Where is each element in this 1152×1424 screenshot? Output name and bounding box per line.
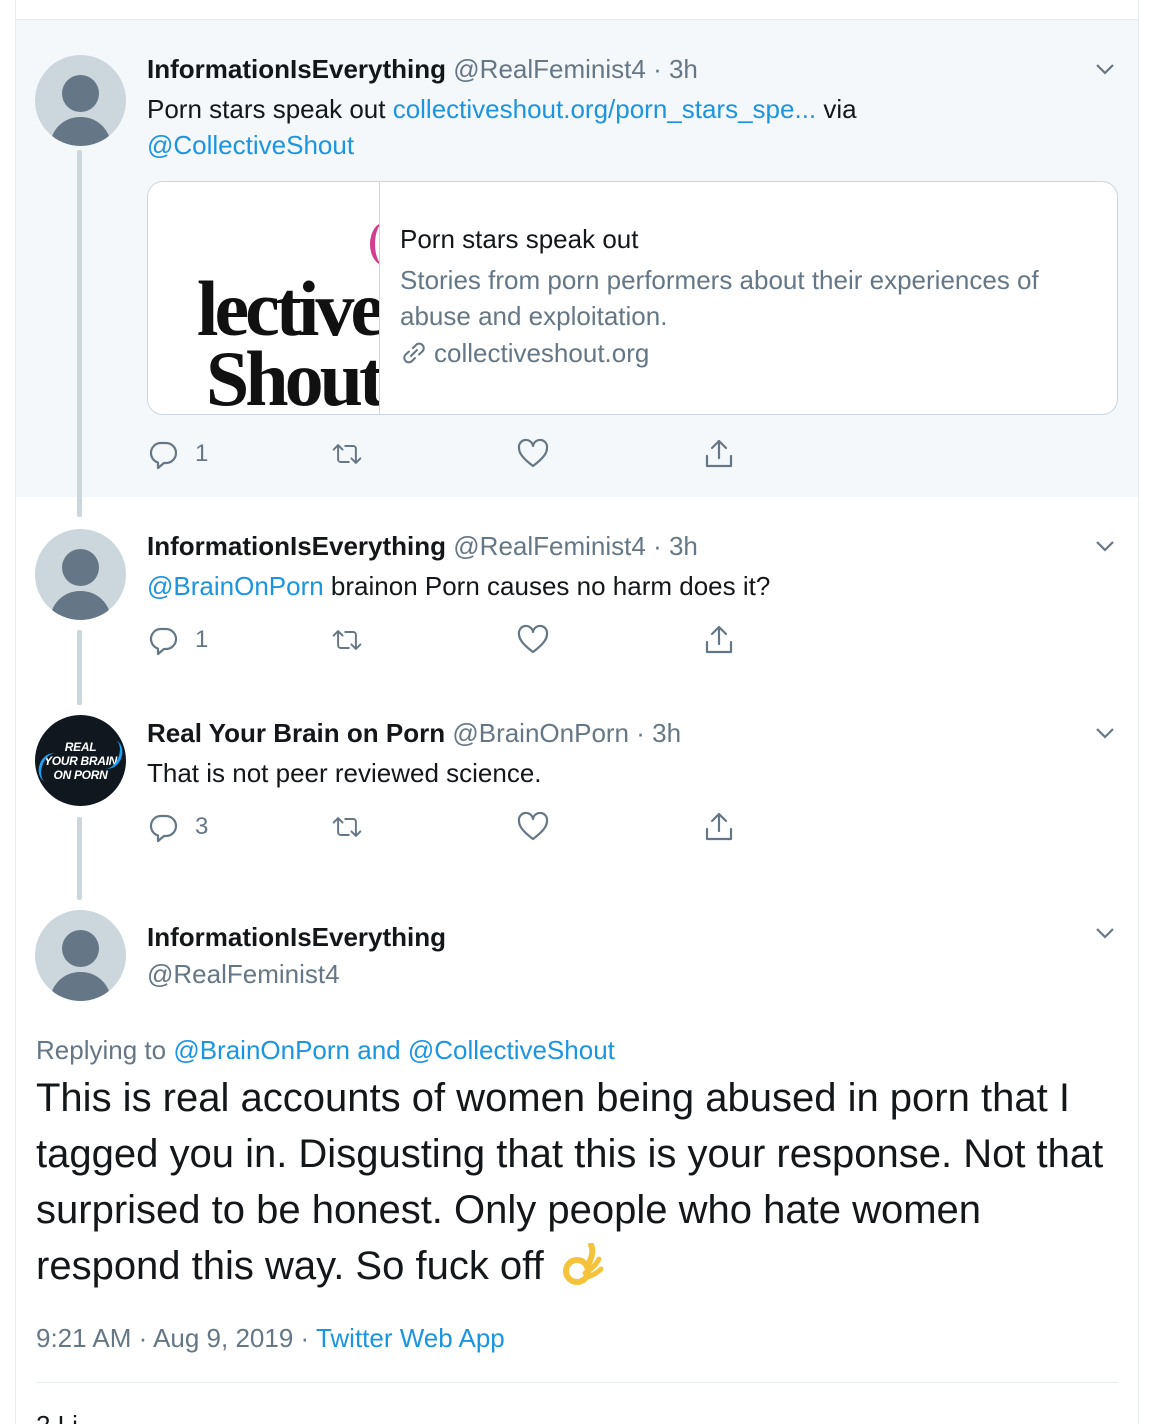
card-domain: collectiveshout.org [400, 336, 1100, 370]
reply-count: 3 [195, 813, 209, 840]
tweet-time[interactable]: · 3h [653, 531, 698, 561]
tweet-header: Real Your Brain on Porn @BrainOnPorn · 3… [147, 717, 681, 749]
tweet-text: @BrainOnPorn brainon Porn causes no harm… [147, 571, 771, 601]
handle[interactable]: @RealFeminist4 [453, 54, 646, 84]
retweet-icon [332, 444, 362, 464]
tweet-link[interactable]: collectiveshout.org/porn_stars_spe... [393, 94, 816, 124]
reply-button[interactable]: 1 [147, 623, 208, 657]
reply-icon [149, 627, 178, 656]
tweet-time[interactable]: · 3h [636, 718, 681, 748]
card-description: Stories from porn performers about their… [400, 265, 1039, 331]
replying-mentions[interactable]: @BrainOnPorn and @CollectiveShout [173, 1035, 615, 1065]
chevron-down-icon[interactable] [1094, 535, 1116, 557]
share-icon [705, 625, 733, 654]
reply-count: 1 [195, 626, 209, 653]
reply-count: 1 [195, 440, 209, 467]
likes-count-peek[interactable]: 2 Li [36, 1408, 78, 1424]
tweet-header: InformationIsEverything @RealFeminist4 ·… [147, 53, 698, 85]
chevron-down-icon[interactable] [1094, 722, 1116, 744]
tweet-time[interactable]: · 3h [653, 54, 698, 84]
share-button[interactable] [703, 810, 735, 844]
tweet-actions: 1 [147, 437, 767, 471]
card-title: Porn stars speak out [400, 224, 639, 254]
display-name[interactable]: InformationIsEverything [147, 531, 446, 561]
handle[interactable]: @BrainOnPorn [452, 718, 629, 748]
tweet-text: That is not peer reviewed science. [147, 758, 542, 788]
heart-icon [517, 438, 549, 468]
tweet-text: Porn stars speak out collectiveshout.org… [147, 94, 857, 124]
avatar-text: REAL [64, 739, 97, 754]
card-image: lective Shout [148, 182, 380, 415]
mention-link[interactable]: @BrainOnPorn [147, 571, 324, 601]
display-name[interactable]: InformationIsEverything [147, 920, 446, 954]
avatar[interactable]: REAL YOUR BRAIN ON PORN [35, 715, 126, 806]
tweet-text-line2: @CollectiveShout [147, 127, 354, 163]
chevron-down-icon[interactable] [1094, 922, 1116, 944]
handle[interactable]: @RealFeminist4 [453, 531, 646, 561]
source-link[interactable]: Twitter Web App [316, 1323, 505, 1353]
share-button[interactable] [703, 437, 735, 471]
handle[interactable]: @RealFeminist4 [147, 957, 340, 991]
like-button[interactable] [517, 437, 549, 471]
thread-line [77, 630, 82, 705]
link-icon [403, 342, 425, 364]
share-icon [705, 812, 733, 841]
reply-button[interactable]: 3 [147, 810, 208, 844]
avatar[interactable] [35, 910, 126, 1001]
card-logo-text: Shout [205, 335, 380, 415]
divider [36, 1382, 1118, 1383]
reply-icon [149, 814, 178, 843]
avatar[interactable] [35, 529, 126, 620]
display-name[interactable]: InformationIsEverything [147, 54, 446, 84]
thread-line [77, 817, 82, 900]
heart-icon [517, 811, 549, 841]
retweet-button[interactable] [331, 437, 363, 471]
avatar[interactable] [35, 55, 126, 146]
main-tweet-text: This is real accounts of women being abu… [36, 1076, 1104, 1288]
retweet-icon [332, 630, 362, 650]
card-body: Porn stars speak out Stories from porn p… [400, 222, 1100, 370]
tweet-actions: 1 [147, 623, 767, 657]
chevron-down-icon[interactable] [1094, 58, 1116, 80]
tweet-actions: 3 [147, 810, 767, 844]
share-icon [705, 439, 733, 468]
reply-icon [149, 441, 178, 470]
mention-link[interactable]: @CollectiveShout [147, 130, 354, 160]
retweet-button[interactable] [331, 810, 363, 844]
reply-button[interactable]: 1 [147, 437, 208, 471]
thread-line [77, 150, 82, 517]
like-button[interactable] [517, 623, 549, 657]
card-logo-text: lective [196, 265, 380, 352]
ok-hand-emoji-icon [562, 1243, 604, 1285]
replying-to: Replying to @BrainOnPorn and @Collective… [36, 1035, 615, 1065]
tweet-timestamp: 9:21 AM · Aug 9, 2019 · Twitter Web App [36, 1323, 505, 1353]
retweet-button[interactable] [331, 623, 363, 657]
tweet-header: InformationIsEverything @RealFeminist4 ·… [147, 530, 698, 562]
retweet-icon [332, 817, 362, 837]
heart-icon [517, 624, 549, 654]
link-card[interactable]: lective Shout Porn stars speak out Stori… [147, 181, 1118, 415]
share-button[interactable] [703, 623, 735, 657]
like-button[interactable] [517, 810, 549, 844]
display-name[interactable]: Real Your Brain on Porn [147, 718, 445, 748]
